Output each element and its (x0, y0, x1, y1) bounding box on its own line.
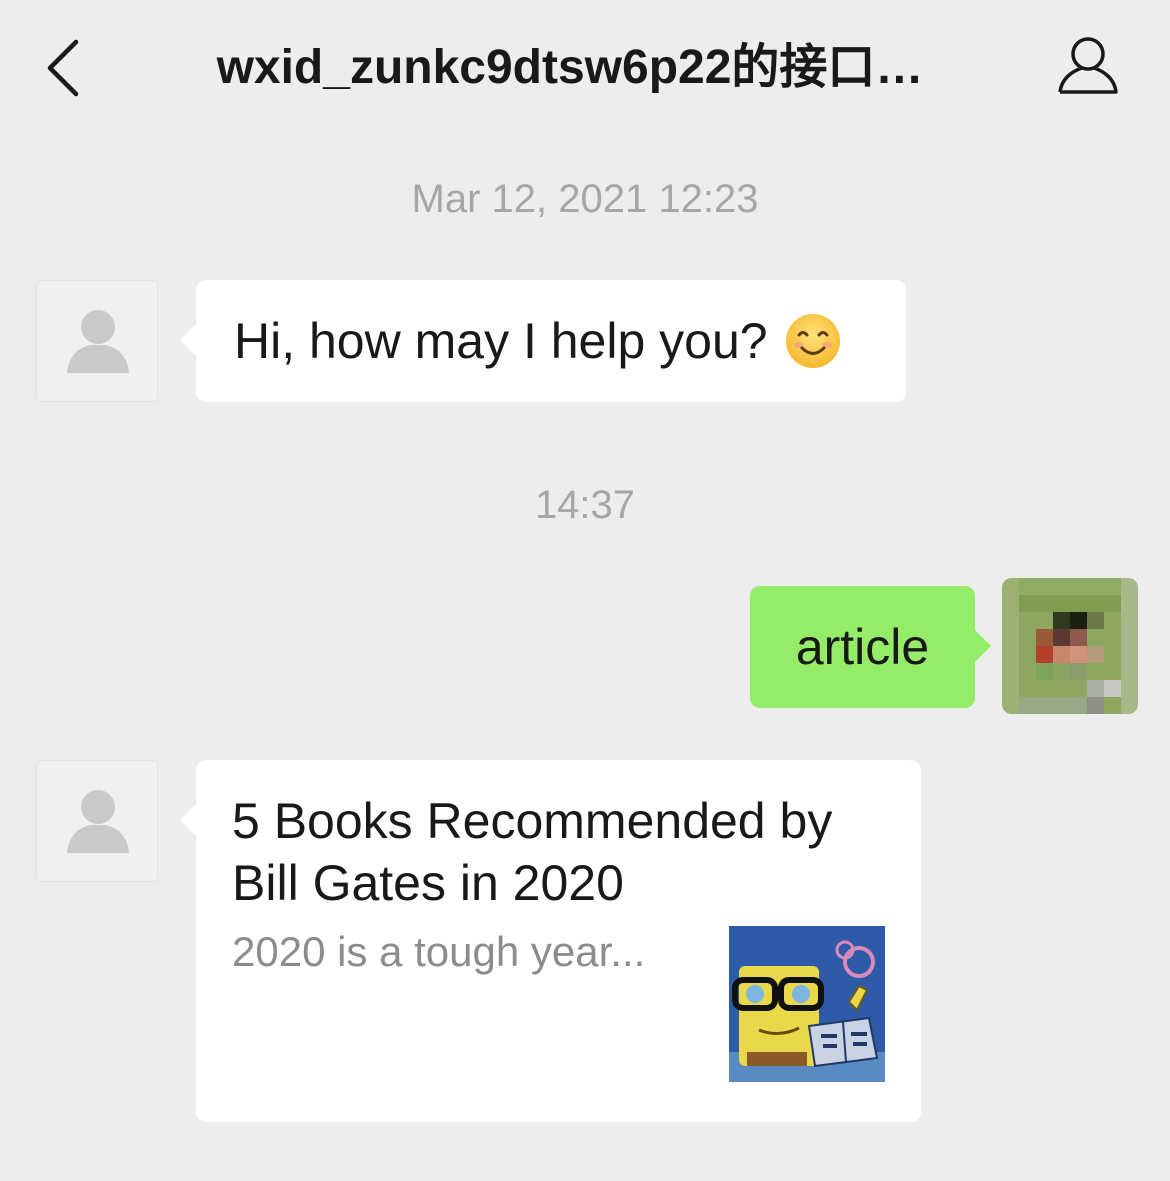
article-description: 2020 is a tough year... (232, 928, 646, 975)
chat-title: wxid_zunkc9dtsw6p22的接口… (216, 41, 924, 94)
message-bubble-incoming[interactable]: Hi, how may I help you? (180, 280, 906, 402)
person-icon[interactable] (1050, 30, 1126, 106)
article-title: 5 Books Recommended by Bill Gates in 202… (232, 793, 833, 911)
contact-avatar[interactable] (36, 760, 158, 882)
default-avatar-icon (67, 790, 129, 853)
default-avatar-icon (67, 310, 129, 373)
top-bar: wxid_zunkc9dtsw6p22的接口… (0, 0, 1170, 140)
message-text: article (795, 619, 930, 675)
my-avatar[interactable] (1002, 578, 1138, 714)
article-card[interactable]: 5 Books Recommended by Bill Gates in 202… (180, 760, 921, 1122)
article-thumbnail (729, 926, 885, 1082)
timestamp: 14:37 (534, 483, 636, 527)
back-chevron-icon[interactable] (40, 36, 90, 100)
smiling-face-icon (784, 312, 842, 370)
message-bubble-outgoing[interactable]: article (750, 586, 991, 708)
contact-avatar[interactable] (36, 280, 158, 402)
timestamp: Mar 12, 2021 12:23 (411, 177, 759, 221)
message-text: Hi, how may I help you? (234, 313, 768, 369)
